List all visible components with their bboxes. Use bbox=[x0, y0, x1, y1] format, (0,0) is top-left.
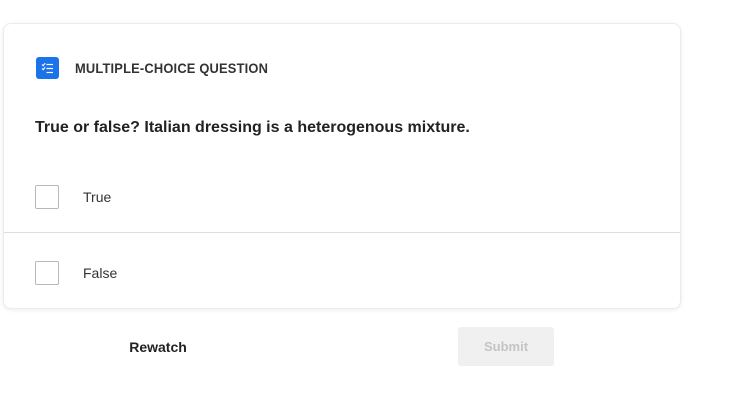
option-true-label: True bbox=[83, 189, 112, 205]
option-true[interactable]: True bbox=[4, 172, 680, 222]
question-card: MULTIPLE-CHOICE QUESTION True or false? … bbox=[3, 23, 681, 309]
submit-button[interactable]: Submit bbox=[458, 327, 554, 366]
option-false-checkbox[interactable] bbox=[35, 261, 59, 285]
checklist-icon bbox=[36, 57, 59, 79]
option-false-label: False bbox=[83, 265, 118, 281]
option-true-checkbox[interactable] bbox=[35, 185, 59, 209]
question-type-label: MULTIPLE-CHOICE QUESTION bbox=[75, 60, 269, 76]
question-header: MULTIPLE-CHOICE QUESTION bbox=[36, 57, 285, 79]
rewatch-button[interactable]: Rewatch bbox=[98, 329, 218, 365]
option-divider bbox=[4, 232, 680, 233]
option-false[interactable]: False bbox=[4, 248, 680, 298]
question-text: True or false? Italian dressing is a het… bbox=[35, 119, 470, 136]
